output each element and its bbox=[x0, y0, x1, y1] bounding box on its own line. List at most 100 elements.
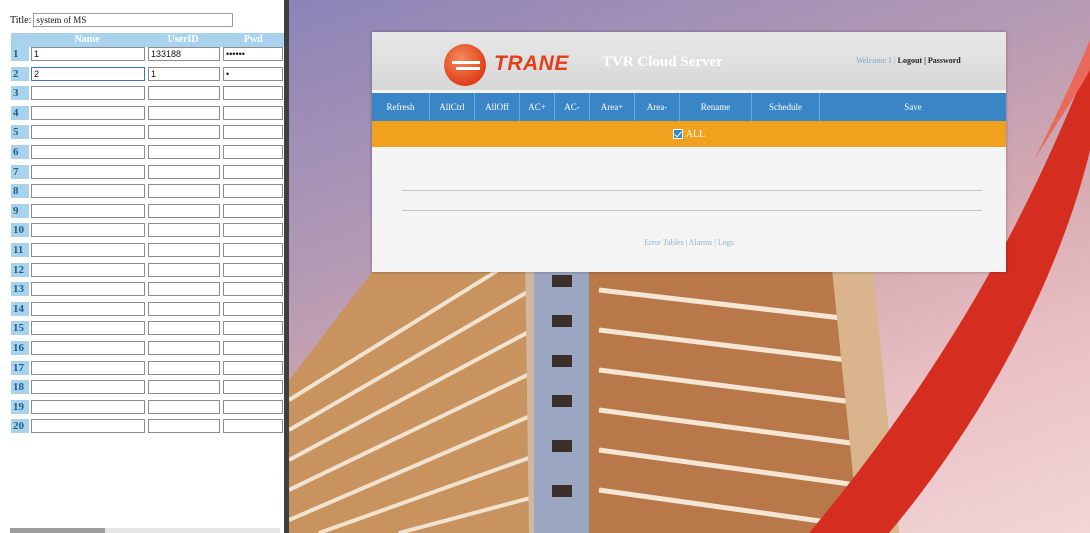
name-input[interactable] bbox=[31, 144, 145, 159]
userid-input[interactable] bbox=[148, 223, 220, 238]
pwd-input[interactable] bbox=[223, 282, 283, 297]
userid-column-header: UserID bbox=[167, 34, 199, 45]
userid-input[interactable] bbox=[148, 282, 220, 297]
table-row: 17 bbox=[11, 360, 284, 381]
userid-input[interactable] bbox=[148, 360, 220, 375]
user-grid: Name UserID Pwd 1 1 133188 •••••• 2 2 1 • 3 4 5 6 7 8… bbox=[11, 33, 284, 439]
all-label[interactable]: ALL bbox=[686, 129, 705, 140]
pwd-input[interactable] bbox=[223, 380, 283, 395]
userid-input[interactable]: 133188 bbox=[148, 47, 220, 61]
name-input[interactable] bbox=[31, 301, 145, 316]
pwd-input[interactable]: •••••• bbox=[223, 47, 283, 61]
all-checkbox[interactable] bbox=[672, 129, 683, 139]
toolbar-button-save[interactable]: Save bbox=[820, 93, 1006, 121]
scrollbar-thumb[interactable] bbox=[10, 528, 105, 533]
name-input[interactable]: 2 bbox=[31, 66, 145, 81]
name-input[interactable] bbox=[31, 184, 145, 199]
pwd-input[interactable] bbox=[223, 86, 283, 101]
userid-input[interactable] bbox=[148, 340, 220, 355]
userid-input[interactable] bbox=[148, 399, 220, 414]
toolbar-button-schedule[interactable]: Schedule bbox=[752, 93, 820, 121]
toolbar-button-refresh[interactable]: Refresh bbox=[372, 93, 430, 121]
name-input[interactable] bbox=[31, 419, 145, 434]
name-input[interactable]: 1 bbox=[31, 47, 145, 61]
name-input[interactable] bbox=[31, 223, 145, 238]
row-number: 8 bbox=[11, 184, 29, 199]
table-row: 6 bbox=[11, 144, 284, 165]
userid-input[interactable] bbox=[148, 164, 220, 179]
pwd-input[interactable] bbox=[223, 223, 283, 238]
userid-input[interactable] bbox=[148, 105, 220, 120]
pwd-input[interactable] bbox=[223, 203, 283, 218]
name-input[interactable] bbox=[31, 282, 145, 297]
name-input[interactable] bbox=[31, 203, 145, 218]
title-input[interactable] bbox=[33, 13, 234, 27]
userid-input[interactable] bbox=[148, 144, 220, 159]
toolbar-button-allctrl[interactable]: AllCtrl bbox=[430, 93, 475, 121]
row-number: 15 bbox=[11, 321, 29, 336]
pwd-input[interactable] bbox=[223, 399, 283, 414]
userid-input[interactable] bbox=[148, 380, 220, 395]
pwd-input[interactable] bbox=[223, 360, 283, 375]
userid-input[interactable] bbox=[148, 301, 220, 316]
title-row: Title: bbox=[10, 13, 234, 27]
userid-input[interactable]: 1 bbox=[148, 66, 220, 81]
logo-stripe bbox=[456, 67, 480, 70]
name-input[interactable] bbox=[31, 125, 145, 140]
pwd-input[interactable] bbox=[223, 301, 283, 316]
name-input[interactable] bbox=[31, 242, 145, 257]
toolbar-button-areaplus[interactable]: Area+ bbox=[590, 93, 635, 121]
logo-stripe bbox=[452, 61, 480, 64]
name-input[interactable] bbox=[31, 321, 145, 336]
name-input[interactable] bbox=[31, 340, 145, 355]
cloud-server-panel: TRANE TVR Cloud Server Welcome 1 | Logou… bbox=[372, 32, 1006, 272]
userid-input[interactable] bbox=[148, 203, 220, 218]
pwd-input[interactable] bbox=[223, 340, 283, 355]
row-number: 16 bbox=[11, 340, 29, 355]
name-input[interactable] bbox=[31, 86, 145, 101]
table-row: 15 bbox=[11, 321, 284, 341]
userid-input[interactable] bbox=[148, 125, 220, 140]
horizontal-scrollbar[interactable] bbox=[10, 528, 280, 533]
userid-input[interactable] bbox=[148, 86, 220, 101]
userid-input[interactable] bbox=[148, 262, 220, 277]
name-input[interactable] bbox=[31, 164, 145, 179]
name-input[interactable] bbox=[31, 105, 145, 120]
row-number: 20 bbox=[11, 419, 29, 434]
name-input[interactable] bbox=[31, 360, 145, 375]
pwd-input[interactable] bbox=[223, 321, 283, 336]
pwd-input[interactable] bbox=[223, 144, 283, 159]
pwd-input[interactable] bbox=[223, 164, 283, 179]
table-row: 5 bbox=[11, 125, 284, 145]
name-input[interactable] bbox=[31, 399, 145, 414]
row-number: 13 bbox=[11, 282, 29, 297]
pwd-input[interactable] bbox=[223, 184, 283, 199]
pwd-input[interactable] bbox=[223, 125, 283, 140]
table-row: 11 bbox=[11, 242, 284, 263]
pwd-input[interactable]: • bbox=[223, 66, 283, 81]
userid-input[interactable] bbox=[148, 419, 220, 434]
userid-input[interactable] bbox=[148, 321, 220, 336]
toolbar-button-acplus[interactable]: AC+ bbox=[520, 93, 555, 121]
pwd-input[interactable] bbox=[223, 105, 283, 120]
toolbar-button-areaminus[interactable]: Area- bbox=[635, 93, 680, 121]
footer-links[interactable]: Error Tables | Alarms | Logs bbox=[372, 238, 1006, 247]
name-input[interactable] bbox=[31, 380, 145, 395]
password-link[interactable]: Password bbox=[928, 56, 961, 65]
row-number: 5 bbox=[11, 125, 29, 140]
pwd-input[interactable] bbox=[223, 242, 283, 257]
toolbar-button-acminus[interactable]: AC- bbox=[555, 93, 590, 121]
pwd-input[interactable] bbox=[223, 262, 283, 277]
userid-input[interactable] bbox=[148, 242, 220, 257]
name-input[interactable] bbox=[31, 262, 145, 277]
table-row: 13 bbox=[11, 282, 284, 302]
title-label: Title: bbox=[10, 14, 32, 26]
toolbar-button-rename[interactable]: Rename bbox=[680, 93, 752, 121]
table-row: 3 bbox=[11, 86, 284, 106]
logout-link[interactable]: Logout bbox=[898, 56, 922, 65]
toolbar-button-alloff[interactable]: AllOff bbox=[475, 93, 520, 121]
pwd-input[interactable] bbox=[223, 419, 283, 434]
userid-input[interactable] bbox=[148, 184, 220, 199]
divider-line bbox=[402, 210, 982, 211]
table-row: 1 1 133188 •••••• bbox=[11, 47, 284, 67]
